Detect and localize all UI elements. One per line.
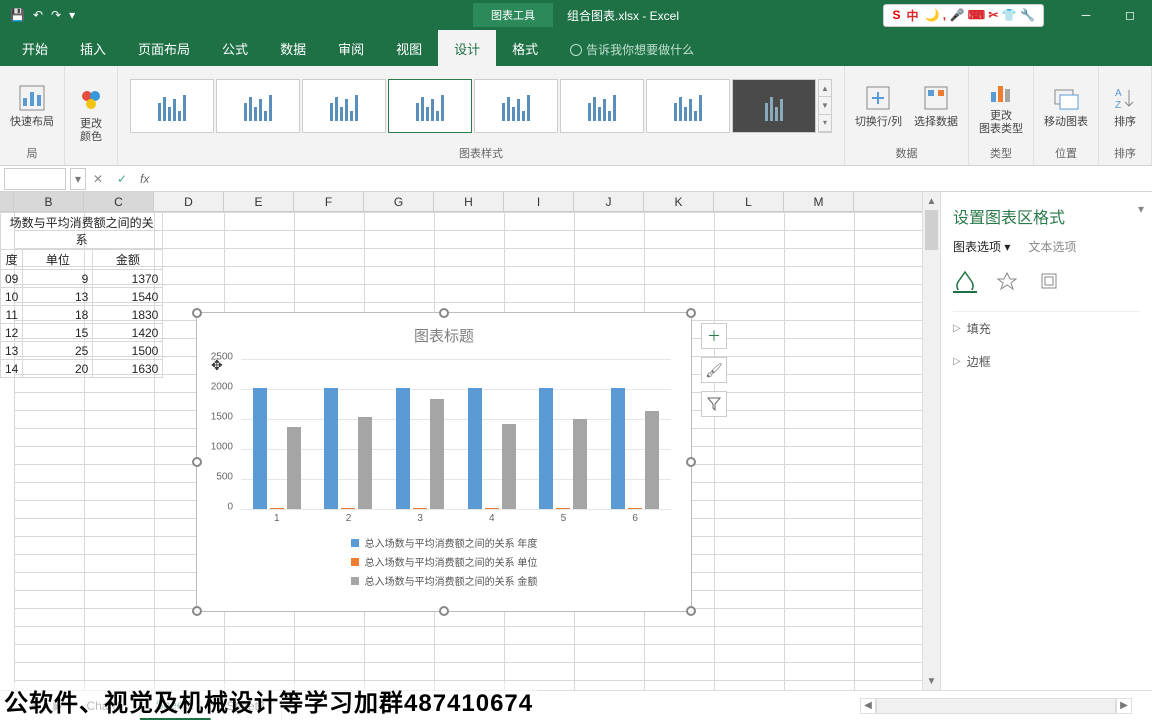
- ribbon-tabs: 开始 插入 页面布局 公式 数据 审阅 视图 设计 格式 告诉我你想要做什么: [0, 30, 1152, 66]
- location-group-label: 位置: [1055, 143, 1077, 163]
- worksheet-area: BCDEFGHIJKLM 场数与平均消费额之间的关系度单位金额099137010…: [0, 192, 1152, 690]
- style-gallery-scroll[interactable]: ▲▼▾: [818, 79, 832, 133]
- vertical-scrollbar[interactable]: ▲ ▼: [922, 192, 940, 690]
- data-group-label: 数据: [895, 143, 917, 163]
- quick-layout-button[interactable]: 快速布局: [6, 80, 58, 131]
- chart-x-axis: 123456: [241, 513, 671, 524]
- change-colors-button[interactable]: 更改 颜色: [71, 82, 111, 146]
- switch-row-col-button[interactable]: 切换行/列: [851, 80, 906, 131]
- effects-icon[interactable]: [995, 269, 1019, 293]
- move-chart-icon: [1050, 82, 1082, 114]
- change-colors-icon: [75, 84, 107, 116]
- ribbon: 快速布局 局 更改 颜色 ▲▼▾ 图: [0, 66, 1152, 166]
- chart-y-axis: 05001000150020002500: [197, 357, 237, 511]
- lightbulb-icon: [570, 44, 582, 56]
- tab-insert[interactable]: 插入: [64, 30, 122, 66]
- watermark-text: 公软件、视觉及机械设计等学习加群487410674: [0, 683, 537, 718]
- tab-start[interactable]: 开始: [6, 30, 64, 66]
- name-box-dropdown[interactable]: ▾: [70, 168, 86, 190]
- border-section[interactable]: ▷边框: [953, 345, 1140, 378]
- fill-outline-icon[interactable]: [953, 269, 977, 293]
- chart-style-3[interactable]: [302, 79, 386, 133]
- ime-indicator[interactable]: S 中 🌙 , 🎤 ⌨ ✂ 👕 🔧: [883, 4, 1044, 27]
- sort-group-label: 排序: [1114, 143, 1136, 163]
- chart-style-7[interactable]: [646, 79, 730, 133]
- tab-design[interactable]: 设计: [438, 30, 496, 66]
- accept-edit-icon[interactable]: ✓: [110, 172, 134, 186]
- chart-styles-button[interactable]: 🖌: [701, 357, 727, 383]
- text-options-tab[interactable]: 文本选项: [1028, 238, 1076, 255]
- chart-tools-context-tab: 图表工具: [473, 3, 553, 27]
- move-chart-button[interactable]: 移动图表: [1040, 80, 1092, 131]
- minimize-button[interactable]: ─: [1064, 0, 1108, 30]
- size-properties-icon[interactable]: [1037, 269, 1061, 293]
- pane-title: 设置图表区格式: [953, 200, 1140, 238]
- tab-formulas[interactable]: 公式: [206, 30, 264, 66]
- svg-text:Z: Z: [1115, 100, 1121, 111]
- maximize-button[interactable]: ◻: [1108, 0, 1152, 30]
- chart-title[interactable]: 图表标题: [197, 313, 691, 352]
- data-table[interactable]: 场数与平均消费额之间的关系度单位金额0991370101315401118183…: [0, 212, 163, 378]
- formula-input[interactable]: [155, 177, 1152, 181]
- select-data-icon: [920, 82, 952, 114]
- tab-data[interactable]: 数据: [264, 30, 322, 66]
- tell-me-input[interactable]: 告诉我你想要做什么: [566, 32, 698, 66]
- chart-elements-button[interactable]: ＋: [701, 323, 727, 349]
- quick-access-toolbar: 💾 ↶ ↷ ▾: [0, 8, 75, 22]
- type-group-label: 类型: [990, 143, 1012, 163]
- chart-filters-button[interactable]: [701, 391, 727, 417]
- switch-row-col-icon: [862, 82, 894, 114]
- fill-section[interactable]: ▷填充: [953, 312, 1140, 345]
- layout-group-label: 局: [27, 143, 38, 163]
- change-chart-type-button[interactable]: 更改 图表类型: [975, 74, 1027, 138]
- quick-layout-icon: [16, 82, 48, 114]
- tab-review[interactable]: 审阅: [322, 30, 380, 66]
- tab-format[interactable]: 格式: [496, 30, 554, 66]
- tab-view[interactable]: 视图: [380, 30, 438, 66]
- pane-menu-icon[interactable]: ▾: [1138, 202, 1144, 216]
- sort-icon: AZ: [1109, 82, 1141, 114]
- chart-style-gallery[interactable]: ▲▼▾: [130, 79, 832, 133]
- chart-style-5[interactable]: [474, 79, 558, 133]
- title-bar: 💾 ↶ ↷ ▾ 图表工具 组合图表.xlsx - Excel S 中 🌙 , 🎤…: [0, 0, 1152, 30]
- fx-icon[interactable]: fx: [134, 172, 155, 186]
- svg-text:A: A: [1115, 88, 1122, 99]
- change-chart-type-icon: [985, 76, 1017, 108]
- window-title: 组合图表.xlsx - Excel: [567, 7, 679, 24]
- scroll-down-icon[interactable]: ▼: [923, 672, 940, 690]
- chart-legend[interactable]: 总入场数与平均消费额之间的关系 年度总入场数与平均消费额之间的关系 单位总入场数…: [197, 535, 691, 588]
- tab-page-layout[interactable]: 页面布局: [122, 30, 206, 66]
- chart-style-2[interactable]: [216, 79, 300, 133]
- chart-plot-area[interactable]: [241, 359, 671, 509]
- cancel-edit-icon[interactable]: ✕: [86, 172, 110, 186]
- sort-button[interactable]: AZ 排序: [1105, 80, 1145, 131]
- chart-style-8[interactable]: [732, 79, 816, 133]
- select-data-button[interactable]: 选择数据: [910, 80, 962, 131]
- chart-style-1[interactable]: [130, 79, 214, 133]
- save-icon[interactable]: 💾: [10, 8, 25, 22]
- formula-bar: ▾ ✕ ✓ fx: [0, 166, 1152, 192]
- chart-style-6[interactable]: [560, 79, 644, 133]
- scroll-up-icon[interactable]: ▲: [923, 192, 940, 210]
- redo-icon[interactable]: ↷: [51, 8, 61, 22]
- format-chart-area-pane: 设置图表区格式 ▾ 图表选项 ▾ 文本选项 ▷填充 ▷边框: [940, 192, 1152, 690]
- column-headers[interactable]: BCDEFGHIJKLM: [0, 192, 922, 212]
- chart-style-4[interactable]: [388, 79, 472, 133]
- chart-object[interactable]: ✥ 图表标题 05001000150020002500 123456 总入场数与…: [196, 312, 692, 612]
- qat-more-icon[interactable]: ▾: [69, 8, 75, 22]
- undo-icon[interactable]: ↶: [33, 8, 43, 22]
- name-box[interactable]: [4, 168, 66, 190]
- chart-options-tab[interactable]: 图表选项 ▾: [953, 238, 1010, 255]
- chart-styles-label: 图表样式: [459, 143, 503, 163]
